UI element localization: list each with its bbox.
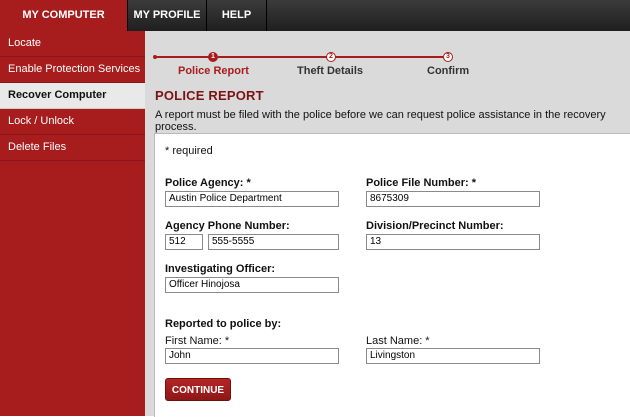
progress-steps: 1 2 3 Police Report Theft Details Confir… <box>145 31 630 81</box>
step-3-label: Confirm <box>427 65 470 77</box>
sidebar-item-locate[interactable]: Locate <box>0 31 145 57</box>
investigating-officer-input[interactable] <box>165 277 339 293</box>
main-content: 1 2 3 Police Report Theft Details Confir… <box>145 31 630 417</box>
top-navigation: MY COMPUTER MY PROFILE HELP <box>0 0 630 31</box>
step-3-marker: 3 <box>443 52 453 62</box>
step-1-marker: 1 <box>208 52 218 62</box>
page-title: POLICE REPORT <box>155 88 264 103</box>
page-description: A report must be filed with the police b… <box>155 109 606 133</box>
first-name-input[interactable] <box>165 348 339 364</box>
sidebar-item-recover-computer[interactable]: Recover Computer <box>0 83 145 109</box>
tab-my-computer[interactable]: MY COMPUTER <box>0 0 128 31</box>
agency-phone-label: Agency Phone Number: <box>165 220 290 232</box>
step-2-marker: 2 <box>326 52 336 62</box>
tab-help[interactable]: HELP <box>207 0 267 31</box>
sidebar: Locate Enable Protection Services Recove… <box>0 31 145 416</box>
sidebar-item-enable-protection[interactable]: Enable Protection Services <box>0 57 145 83</box>
sidebar-item-delete-files[interactable]: Delete Files <box>0 135 145 161</box>
agency-phone-number-input[interactable] <box>208 234 339 250</box>
step-1-label: Police Report <box>178 65 249 77</box>
reported-by-label: Reported to police by: <box>165 318 282 330</box>
progress-line-1 <box>218 56 329 58</box>
required-note: * required <box>165 145 213 157</box>
sidebar-item-lock-unlock[interactable]: Lock / Unlock <box>0 109 145 135</box>
agency-phone-area-code-input[interactable] <box>165 234 203 250</box>
investigating-officer-label: Investigating Officer: <box>165 263 276 275</box>
last-name-input[interactable] <box>366 348 540 364</box>
app-frame: MY COMPUTER MY PROFILE HELP Locate Enabl… <box>0 0 630 417</box>
progress-line-done <box>155 56 213 58</box>
police-report-form: * required Police Agency: * Police File … <box>154 133 630 417</box>
division-precinct-label: Division/Precinct Number: <box>366 220 504 232</box>
police-file-number-label: Police File Number: * <box>366 177 477 189</box>
tab-my-profile[interactable]: MY PROFILE <box>128 0 207 31</box>
progress-line-2 <box>335 56 443 58</box>
last-name-label: Last Name: * <box>366 335 430 347</box>
police-file-number-input[interactable] <box>366 191 540 207</box>
police-agency-label: Police Agency: * <box>165 177 251 189</box>
step-2-label: Theft Details <box>297 65 364 77</box>
first-name-label: First Name: * <box>165 335 230 347</box>
continue-button[interactable]: CONTINUE <box>165 378 231 401</box>
police-agency-input[interactable] <box>165 191 339 207</box>
division-precinct-input[interactable] <box>366 234 540 250</box>
